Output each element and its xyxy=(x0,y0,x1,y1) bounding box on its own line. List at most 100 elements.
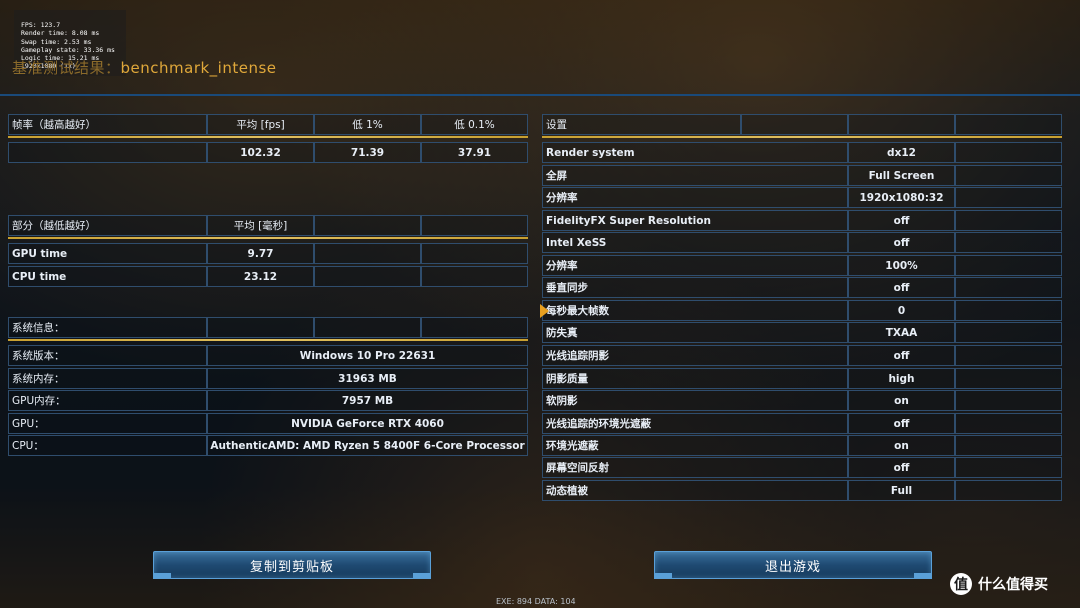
cpu-time-label: CPU time xyxy=(8,266,207,287)
gpu-time-label: GPU time xyxy=(8,243,207,264)
setting-label: 动态植被 xyxy=(542,480,848,501)
empty-cell xyxy=(955,480,1062,501)
setting-label: 环境光遮蔽 xyxy=(542,435,848,456)
empty-cell xyxy=(421,266,528,287)
empty-cell xyxy=(314,266,421,287)
setting-value: dx12 xyxy=(848,142,955,163)
settings-row: 软阴影 on xyxy=(542,390,1062,411)
setting-label: 软阴影 xyxy=(542,390,848,411)
os-version-label: 系统版本： xyxy=(8,345,207,366)
part-header-avg: 平均 [毫秒] xyxy=(207,215,314,236)
empty-cell xyxy=(955,165,1062,186)
setting-label: 分辨率 xyxy=(542,255,848,276)
setting-value: off xyxy=(848,277,955,298)
setting-label: Render system xyxy=(542,142,848,163)
button-corner-right xyxy=(413,573,431,579)
settings-row: 分辨率 1920x1080:32 xyxy=(542,187,1062,208)
gpu-memory-value: 7957 MB xyxy=(207,390,528,411)
settings-row: FidelityFX Super Resolution off xyxy=(542,210,1062,231)
watermark-icon: 值 xyxy=(950,573,972,595)
settings-row: 屏幕空间反射 off xyxy=(542,457,1062,478)
setting-value: on xyxy=(848,390,955,411)
gameplay-state-readout: Gameplay state: 33.36 ms xyxy=(21,45,115,54)
setting-label: 每秒最大帧数 xyxy=(542,300,848,321)
gpu-value: NVIDIA GeForce RTX 4060 xyxy=(207,413,528,434)
benchmark-name: benchmark_intense xyxy=(120,59,277,77)
settings-row: 阴影质量 high xyxy=(542,368,1062,389)
swap-time-readout: Swap time: 2.53 ms xyxy=(21,37,92,46)
setting-label: 防失真 xyxy=(542,322,848,343)
setting-label: 全屏 xyxy=(542,165,848,186)
setting-label: 光线追踪阴影 xyxy=(542,345,848,366)
sys-header-row: 系统信息： xyxy=(8,317,528,338)
fps-header-low01: 低 0.1% xyxy=(421,114,528,135)
table-row: GPU time 9.77 xyxy=(8,243,528,264)
table-row: 系统内存： 31963 MB xyxy=(8,368,528,389)
os-version-value: Windows 10 Pro 22631 xyxy=(207,345,528,366)
empty-cell xyxy=(955,322,1062,343)
setting-label: FidelityFX Super Resolution xyxy=(542,210,848,231)
empty-cell xyxy=(955,413,1062,434)
gpu-memory-label: GPU内存： xyxy=(8,390,207,411)
setting-label: 垂直同步 xyxy=(542,277,848,298)
build-info: EXE: 894 DATA: 104 xyxy=(496,597,576,606)
setting-label: 分辨率 xyxy=(542,187,848,208)
settings-row: Intel XeSS off xyxy=(542,232,1062,253)
settings-row: 光线追踪阴影 off xyxy=(542,345,1062,366)
setting-value: 0 xyxy=(848,300,955,321)
button-corner-left xyxy=(153,573,171,579)
settings-header-row: 设置 xyxy=(542,114,1062,135)
empty-cell xyxy=(421,243,528,264)
settings-row: 分辨率 100% xyxy=(542,255,1062,276)
title-prefix: 基准测试结果： xyxy=(12,59,121,77)
setting-value: off xyxy=(848,232,955,253)
empty-cell xyxy=(955,210,1062,231)
part-header-row: 部分（越低越好） 平均 [毫秒] xyxy=(8,215,528,236)
setting-value: off xyxy=(848,457,955,478)
setting-label: Intel XeSS xyxy=(542,232,848,253)
setting-value: 1920x1080:32 xyxy=(848,187,955,208)
setting-value: on xyxy=(848,435,955,456)
table-row: CPU time 23.12 xyxy=(8,266,528,287)
setting-value: high xyxy=(848,368,955,389)
table-row: GPU： NVIDIA GeForce RTX 4060 xyxy=(8,413,528,434)
empty-cell xyxy=(207,317,314,338)
fps-low1-value: 71.39 xyxy=(314,142,421,163)
system-memory-label: 系统内存： xyxy=(8,368,207,389)
settings-row: 垂直同步 off xyxy=(542,277,1062,298)
header-divider xyxy=(0,94,1080,96)
setting-label: 阴影质量 xyxy=(542,368,848,389)
empty-cell xyxy=(848,114,955,135)
settings-row: 防失真 TXAA xyxy=(542,322,1062,343)
watermark-text: 什么值得买 xyxy=(978,577,1048,593)
fps-low01-value: 37.91 xyxy=(421,142,528,163)
settings-gold-rule xyxy=(542,136,1062,138)
fps-avg-value: 102.32 xyxy=(207,142,314,163)
button-corner-right xyxy=(914,573,932,579)
part-header-label: 部分（越低越好） xyxy=(8,215,207,236)
empty-cell xyxy=(955,187,1062,208)
page-title: 基准测试结果：benchmark_intense xyxy=(12,57,277,78)
fps-value-row: 102.32 71.39 37.91 xyxy=(8,142,528,163)
settings-row: 光线追踪的环境光遮蔽 off xyxy=(542,413,1062,434)
table-row: 系统版本： Windows 10 Pro 22631 xyxy=(8,345,528,366)
exit-game-button[interactable]: 退出游戏 xyxy=(654,551,932,579)
copy-to-clipboard-button[interactable]: 复制到剪贴板 xyxy=(153,551,431,579)
table-row: CPU： AuthenticAMD: AMD Ryzen 5 8400F 6-C… xyxy=(8,435,528,456)
setting-value: Full xyxy=(848,480,955,501)
fps-value-label xyxy=(8,142,207,163)
fps-header-low1: 低 1% xyxy=(314,114,421,135)
copy-button-label: 复制到剪贴板 xyxy=(249,559,334,575)
empty-cell xyxy=(314,317,421,338)
empty-cell xyxy=(955,232,1062,253)
setting-label: 屏幕空间反射 xyxy=(542,457,848,478)
settings-header-label: 设置 xyxy=(542,114,741,135)
button-corner-left xyxy=(654,573,672,579)
settings-row: 每秒最大帧数 0 xyxy=(542,300,1062,321)
empty-cell xyxy=(955,114,1062,135)
empty-cell xyxy=(955,368,1062,389)
empty-cell xyxy=(955,300,1062,321)
settings-row: 动态植被 Full xyxy=(542,480,1062,501)
mouse-cursor-icon xyxy=(540,304,549,318)
fps-header-row: 帧率（越高越好） 平均 [fps] 低 1% 低 0.1% xyxy=(8,114,528,135)
